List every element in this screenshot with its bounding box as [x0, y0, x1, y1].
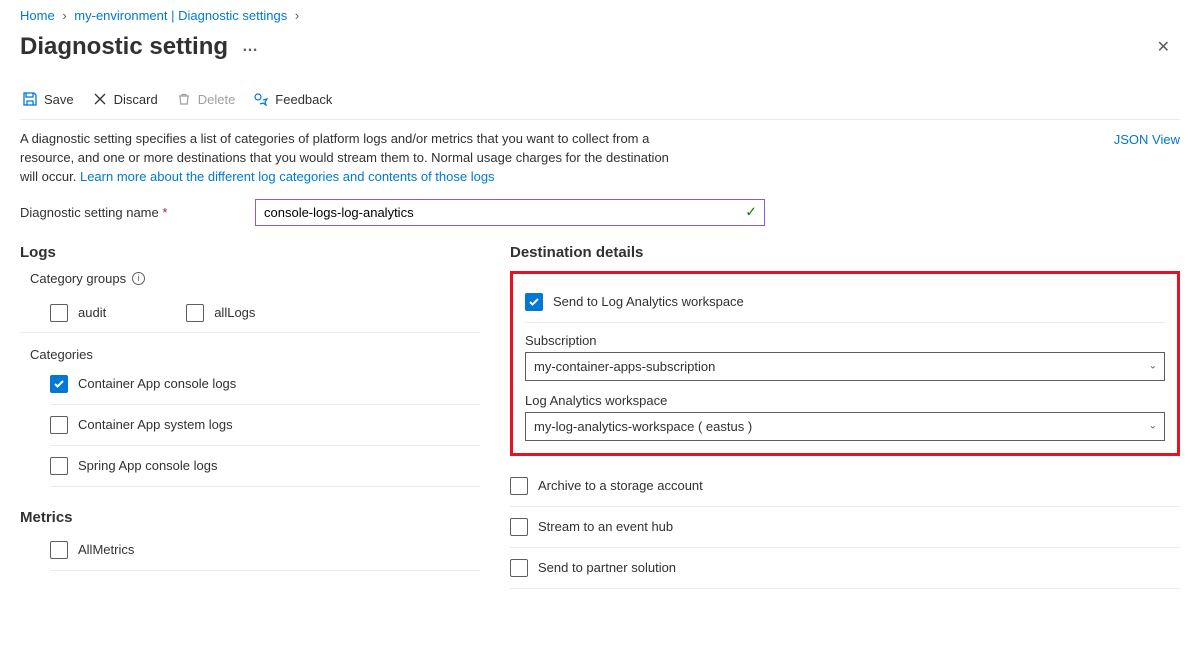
spring-logs-label: Spring App console logs: [78, 458, 217, 473]
discard-button[interactable]: Discard: [90, 89, 160, 109]
system-logs-checkbox[interactable]: [50, 416, 68, 434]
delete-icon: [176, 91, 192, 107]
allmetrics-checkbox[interactable]: [50, 541, 68, 559]
close-button[interactable]: ✕: [1147, 31, 1180, 63]
delete-button: Delete: [174, 89, 238, 109]
subscription-select[interactable]: my-container-apps-subscription: [525, 352, 1165, 381]
console-logs-checkbox[interactable]: [50, 375, 68, 393]
allmetrics-label: AllMetrics: [78, 542, 134, 557]
breadcrumb-env[interactable]: my-environment | Diagnostic settings: [74, 8, 287, 23]
delete-label: Delete: [198, 92, 236, 107]
feedback-label: Feedback: [275, 92, 332, 107]
archive-storage-checkbox[interactable]: [510, 477, 528, 495]
metrics-section-title: Metrics: [20, 509, 480, 526]
valid-check-icon: ✓: [745, 204, 757, 221]
log-analytics-highlight: Send to Log Analytics workspace Subscrip…: [510, 271, 1180, 456]
chevron-right-icon: ›: [62, 8, 66, 23]
breadcrumb-home[interactable]: Home: [20, 8, 55, 23]
breadcrumb: Home › my-environment | Diagnostic setti…: [20, 8, 1180, 23]
system-logs-label: Container App system logs: [78, 417, 233, 432]
destination-section-title: Destination details: [510, 244, 1180, 261]
spring-logs-checkbox[interactable]: [50, 457, 68, 475]
info-icon[interactable]: i: [132, 272, 145, 285]
chevron-right-icon: ›: [295, 8, 299, 23]
partner-solution-label: Send to partner solution: [538, 560, 676, 575]
learn-more-link[interactable]: Learn more about the different log categ…: [80, 169, 495, 184]
partner-solution-checkbox[interactable]: [510, 559, 528, 577]
diagnostic-name-input[interactable]: [255, 199, 765, 226]
discard-label: Discard: [114, 92, 158, 107]
send-log-analytics-label: Send to Log Analytics workspace: [553, 294, 744, 309]
workspace-label: Log Analytics workspace: [525, 393, 1165, 408]
close-icon: ✕: [1157, 39, 1170, 56]
alllogs-label: allLogs: [214, 305, 255, 320]
workspace-select[interactable]: my-log-analytics-workspace ( eastus ): [525, 412, 1165, 441]
json-view-link[interactable]: JSON View: [1114, 132, 1180, 147]
categories-label: Categories: [20, 347, 480, 362]
feedback-icon: [253, 91, 269, 107]
alllogs-checkbox[interactable]: [186, 304, 204, 322]
feedback-button[interactable]: Feedback: [251, 89, 334, 109]
more-actions-button[interactable]: …: [238, 38, 262, 56]
save-icon: [22, 91, 38, 107]
discard-icon: [92, 91, 108, 107]
stream-eventhub-label: Stream to an event hub: [538, 519, 673, 534]
save-button[interactable]: Save: [20, 89, 76, 109]
archive-storage-label: Archive to a storage account: [538, 478, 703, 493]
name-field-label: Diagnostic setting name *: [20, 205, 255, 220]
subscription-label: Subscription: [525, 333, 1165, 348]
category-groups-label: Category groups: [30, 271, 126, 286]
page-title: Diagnostic setting …: [20, 33, 262, 61]
console-logs-label: Container App console logs: [78, 376, 236, 391]
description-text: A diagnostic setting specifies a list of…: [20, 130, 670, 187]
logs-section-title: Logs: [20, 244, 480, 261]
page-title-text: Diagnostic setting: [20, 33, 228, 61]
audit-label: audit: [78, 305, 106, 320]
audit-checkbox[interactable]: [50, 304, 68, 322]
toolbar: Save Discard Delete Feedback: [20, 81, 1180, 120]
save-label: Save: [44, 92, 74, 107]
send-log-analytics-checkbox[interactable]: [525, 293, 543, 311]
stream-eventhub-checkbox[interactable]: [510, 518, 528, 536]
